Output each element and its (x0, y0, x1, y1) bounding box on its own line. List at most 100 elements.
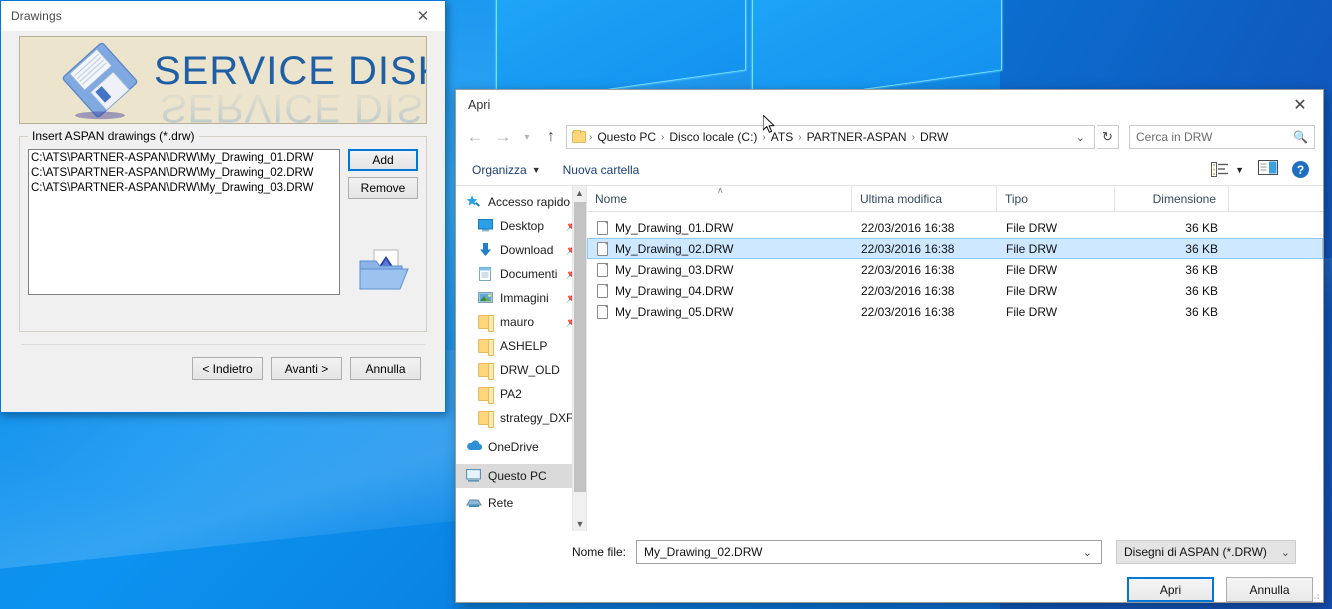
scrollbar-thumb[interactable] (574, 202, 586, 492)
recent-locations-chevron-down-icon[interactable]: ▾ (518, 124, 536, 150)
table-row[interactable]: My_Drawing_01.DRW 22/03/2016 16:38 File … (587, 217, 1323, 238)
list-item[interactable]: C:\ATS\PARTNER-ASPAN\DRW\My_Drawing_02.D… (31, 166, 339, 181)
chevron-down-icon[interactable]: ⌄ (1069, 131, 1092, 144)
sidebar-item-onedrive[interactable]: OneDrive (456, 435, 586, 459)
sidebar-item-immagini[interactable]: Immagini 📌 (456, 286, 586, 310)
open-folder-with-drawing-icon (358, 247, 410, 293)
chevron-down-icon: ▼ (531, 164, 541, 175)
sidebar-item-drw-old[interactable]: DRW_OLD (456, 358, 586, 382)
filetype-select[interactable]: Disegni di ASPAN (*.DRW) ⌄ (1116, 540, 1296, 564)
command-bar-right: ▼ ? (1211, 159, 1315, 180)
close-icon[interactable]: ✕ (1277, 90, 1323, 120)
column-header-type[interactable]: Tipo (997, 185, 1115, 212)
search-input[interactable]: Cerca in DRW 🔍 (1129, 125, 1315, 149)
floppy-disk-icon (52, 37, 148, 123)
list-view-icon[interactable] (1211, 161, 1229, 178)
folder-icon (478, 387, 494, 404)
navigation-pane: Accesso rapido Desktop 📌 Download (456, 186, 587, 531)
remove-button[interactable]: Remove (348, 177, 418, 199)
service-disk-banner: SERVICE DISK SERVICE DISK (19, 36, 427, 124)
up-one-level-icon[interactable]: ↑ (538, 124, 564, 150)
file-document-icon (597, 262, 608, 277)
sidebar-item-mauro[interactable]: mauro 📌 (456, 310, 586, 334)
cancel-button[interactable]: Annulla (1226, 577, 1313, 602)
sidebar-item-download[interactable]: Download 📌 (456, 238, 586, 262)
breadcrumb-item[interactable]: PARTNER-ASPAN (803, 130, 911, 144)
filename-row: Nome file: My_Drawing_02.DRW ⌄ Disegni d… (456, 531, 1313, 573)
next-button[interactable]: Avanti > (271, 357, 342, 380)
sidebar-item-pa2[interactable]: PA2 (456, 382, 586, 406)
refresh-icon[interactable]: ↻ (1097, 125, 1119, 149)
open-button[interactable]: Apri (1127, 577, 1214, 602)
file-type-cell: File DRW (1006, 241, 1058, 256)
sidebar-item-rete[interactable]: Rete (456, 491, 586, 515)
address-breadcrumb-bar[interactable]: › Questo PC › Disco locale (C:) › ATS › … (566, 125, 1095, 149)
file-modified-cell: 22/03/2016 16:38 (861, 241, 955, 256)
service-disk-wordmark-reflection: SERVICE DISK (160, 86, 427, 124)
dialog-footer: Nome file: My_Drawing_02.DRW ⌄ Disegni d… (456, 531, 1323, 602)
list-item[interactable]: C:\ATS\PARTNER-ASPAN\DRW\My_Drawing_01.D… (31, 151, 339, 166)
network-icon (466, 496, 482, 510)
column-header-label: Nome (595, 191, 628, 206)
table-row[interactable]: My_Drawing_04.DRW 22/03/2016 16:38 File … (587, 280, 1323, 301)
table-row[interactable]: My_Drawing_05.DRW 22/03/2016 16:38 File … (587, 301, 1323, 322)
close-icon[interactable]: ✕ (401, 2, 445, 31)
sidebar-item-label: Immagini (500, 291, 549, 305)
sidebar-item-accesso-rapido[interactable]: Accesso rapido (456, 190, 586, 214)
sidebar-item-label: ASHELP (500, 339, 548, 353)
file-name-cell: My_Drawing_04.DRW (588, 283, 853, 298)
back-icon[interactable]: ← (462, 124, 488, 150)
sidebar-item-desktop[interactable]: Desktop 📌 (456, 214, 586, 238)
sidebar-item-ashelp[interactable]: ASHELP (456, 334, 586, 358)
breadcrumb-item[interactable]: DRW (916, 130, 952, 144)
file-type-cell: File DRW (1006, 262, 1058, 277)
desktop: Drawings ✕ SERVICE DISK SERVICE DISK Ins… (0, 0, 1332, 609)
documents-icon (478, 267, 494, 281)
sidebar-item-label: Documenti (500, 267, 558, 281)
navigation-pane-scrollbar[interactable]: ▲ ▼ (572, 186, 586, 531)
chevron-down-icon[interactable]: ⌄ (1281, 546, 1290, 559)
chevron-down-icon[interactable]: ⌄ (1083, 546, 1097, 559)
breadcrumb-item[interactable]: ATS (767, 130, 797, 144)
filename-input[interactable]: My_Drawing_02.DRW ⌄ (636, 540, 1102, 564)
sidebar-item-documenti[interactable]: Documenti 📌 (456, 262, 586, 286)
column-header-name[interactable]: Nome ∧ (587, 185, 852, 212)
sidebar-item-strategy-dxf[interactable]: strategy_DXF (456, 406, 586, 430)
preview-pane-icon[interactable] (1258, 159, 1278, 180)
column-header-modified[interactable]: Ultima modifica (852, 185, 997, 212)
sidebar-item-label: Rete (488, 496, 514, 510)
open-dialog-titlebar: Apri ✕ (456, 90, 1323, 120)
organize-button[interactable]: Organizza ▼ (472, 163, 541, 177)
breadcrumb-item[interactable]: Disco locale (C:) (665, 130, 761, 144)
breadcrumb-item[interactable]: Questo PC (593, 130, 660, 144)
folder-icon (478, 363, 494, 380)
forward-icon[interactable]: → (490, 124, 516, 150)
add-button[interactable]: Add (348, 149, 418, 171)
column-header-size[interactable]: Dimensione (1115, 185, 1229, 212)
file-size-cell: 36 KB (1185, 262, 1218, 277)
open-dialog-title: Apri (468, 98, 491, 112)
file-name-label: My_Drawing_05.DRW (615, 304, 734, 319)
sidebar-item-label: mauro (500, 315, 535, 329)
table-row[interactable]: My_Drawing_03.DRW 22/03/2016 16:38 File … (587, 259, 1323, 280)
dialog-button-row: Apri Annulla (456, 573, 1313, 602)
drawings-listbox[interactable]: C:\ATS\PARTNER-ASPAN\DRW\My_Drawing_01.D… (28, 149, 340, 295)
cancel-button[interactable]: Annulla (350, 357, 421, 380)
chevron-down-icon[interactable]: ▼ (573, 517, 586, 531)
download-arrow-icon (478, 243, 494, 257)
chevron-up-icon[interactable]: ▲ (573, 186, 586, 200)
search-icon[interactable]: 🔍 (1293, 130, 1308, 144)
drawings-dialog: Drawings ✕ SERVICE DISK SERVICE DISK Ins… (0, 0, 446, 413)
list-item[interactable]: C:\ATS\PARTNER-ASPAN\DRW\My_Drawing_03.D… (31, 181, 339, 196)
filename-label: Nome file: (571, 545, 626, 559)
search-placeholder: Cerca in DRW (1136, 130, 1213, 144)
new-folder-button[interactable]: Nuova cartella (563, 163, 640, 177)
resize-grip[interactable] (1310, 590, 1320, 600)
back-button[interactable]: < Indietro (192, 357, 263, 380)
cloud-icon (466, 440, 483, 454)
folder-icon (478, 411, 494, 428)
view-options-chevron-down-icon[interactable]: ▼ (1235, 165, 1244, 175)
sidebar-item-questo-pc[interactable]: Questo PC (456, 464, 586, 488)
table-row[interactable]: My_Drawing_02.DRW 22/03/2016 16:38 File … (587, 238, 1323, 259)
help-icon[interactable]: ? (1292, 161, 1309, 178)
